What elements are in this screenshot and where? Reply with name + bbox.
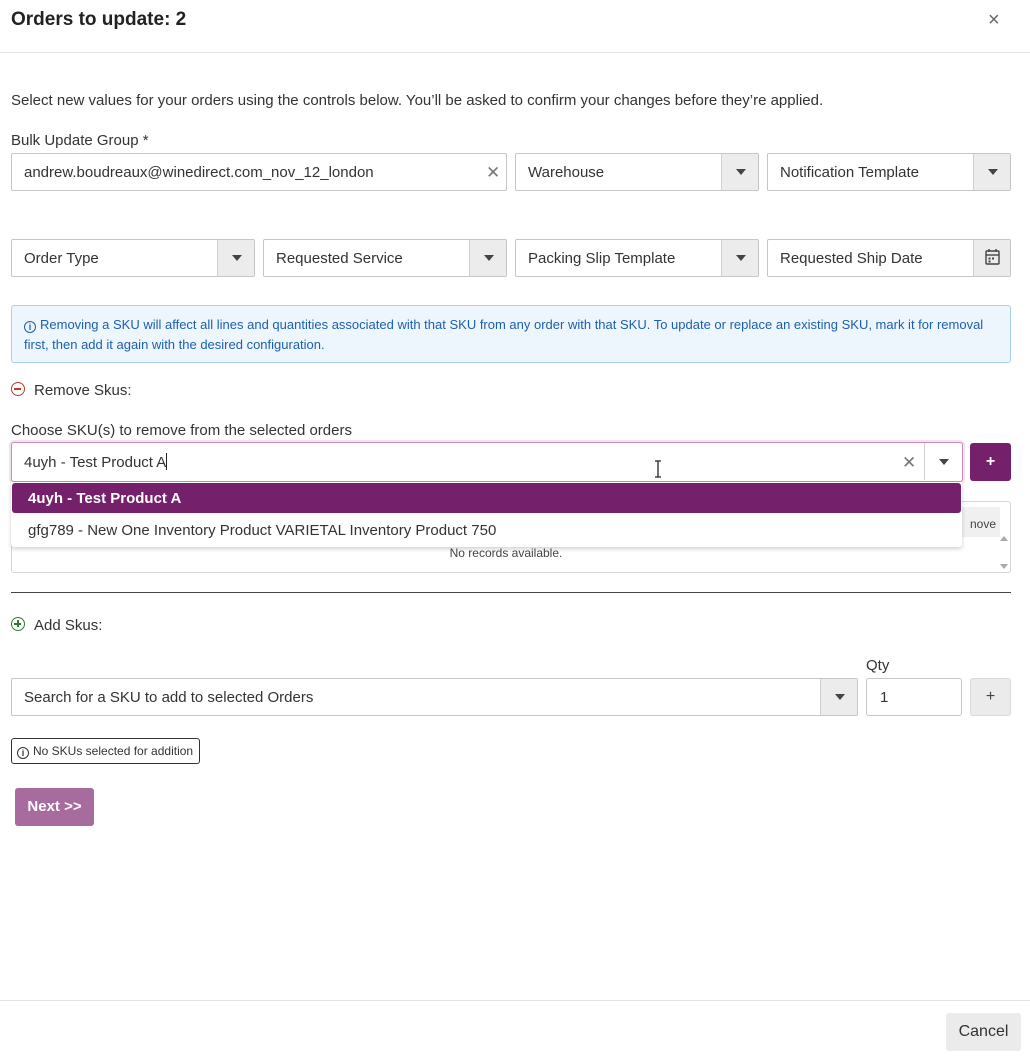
packing-slip-template-select[interactable]: Packing Slip Template: [515, 239, 759, 277]
qty-label: Qty: [866, 657, 890, 674]
info-icon: i: [24, 321, 36, 333]
section-divider: [11, 592, 1011, 593]
add-circle-icon: [11, 617, 25, 631]
notification-template-value: Notification Template: [780, 164, 919, 181]
bulk-update-group-value: andrew.boudreaux@winedirect.com_nov_12_l…: [24, 164, 374, 181]
intro-text: Select new values for your orders using …: [11, 92, 824, 109]
choose-sku-label: Choose SKU(s) to remove from the selecte…: [11, 422, 352, 439]
add-sku-button[interactable]: +: [970, 678, 1011, 716]
chevron-down-icon[interactable]: [217, 240, 254, 276]
scroll-up-icon[interactable]: [1000, 536, 1008, 541]
scroll-down-icon[interactable]: [1000, 564, 1008, 569]
requested-service-select[interactable]: Requested Service: [263, 239, 507, 277]
order-type-value: Order Type: [24, 250, 99, 267]
modal-header: Orders to update: 2 ×: [0, 0, 1030, 53]
grid-header-remove-column: nove: [969, 517, 996, 531]
warehouse-select-value: Warehouse: [528, 164, 605, 181]
chevron-down-icon[interactable]: [721, 240, 758, 276]
add-remove-sku-button[interactable]: +: [970, 443, 1011, 481]
remove-sku-search-input[interactable]: 4uyh - Test Product A: [24, 453, 168, 471]
no-records-message: No records available.: [449, 546, 563, 560]
qty-input[interactable]: 1: [866, 678, 962, 716]
warehouse-select[interactable]: Warehouse: [515, 153, 759, 191]
info-icon: i: [17, 747, 29, 759]
calendar-icon[interactable]: [973, 240, 1010, 276]
add-skus-heading: Add Skus:: [34, 617, 103, 634]
info-notice-text: Removing a SKU will affect all lines and…: [24, 317, 984, 352]
chevron-down-icon[interactable]: [820, 679, 857, 715]
cancel-button[interactable]: Cancel: [946, 1013, 1021, 1051]
chevron-down-icon[interactable]: [469, 240, 506, 276]
remove-sku-combobox[interactable]: 4uyh - Test Product A ✕: [11, 442, 963, 482]
remove-circle-icon: [11, 382, 25, 396]
no-skus-selected-badge: i No SKUs selected for addition: [11, 738, 201, 764]
close-icon[interactable]: ×: [988, 10, 1000, 30]
requested-ship-date-picker[interactable]: Requested Ship Date: [767, 239, 1011, 277]
packing-slip-template-value: Packing Slip Template: [528, 250, 676, 267]
no-skus-selected-text: No SKUs selected for addition: [33, 744, 194, 758]
qty-value: 1: [880, 689, 889, 706]
bulk-update-group-field[interactable]: andrew.boudreaux@winedirect.com_nov_12_l…: [11, 153, 507, 191]
remove-skus-heading: Remove Skus:: [34, 382, 132, 399]
modal-title: Orders to update: 2: [11, 9, 187, 30]
order-type-select[interactable]: Order Type: [11, 239, 255, 277]
dropdown-option[interactable]: 4uyh - Test Product A: [12, 483, 961, 513]
chevron-down-icon[interactable]: [721, 154, 758, 190]
requested-service-value: Requested Service: [276, 250, 403, 267]
requested-ship-date-value: Requested Ship Date: [780, 250, 923, 267]
dropdown-option[interactable]: gfg789 - New One Inventory Product VARIE…: [12, 515, 961, 545]
modal-footer: [0, 1000, 1030, 1059]
add-sku-search-select[interactable]: Search for a SKU to add to selected Orde…: [11, 678, 858, 716]
sku-dropdown-list: 4uyh - Test Product A gfg789 - New One I…: [11, 482, 962, 547]
notification-template-select[interactable]: Notification Template: [767, 153, 1011, 191]
clear-icon[interactable]: ✕: [486, 164, 500, 181]
sku-removal-info-notice: i Removing a SKU will affect all lines an…: [11, 305, 1011, 363]
bulk-update-group-label: Bulk Update Group *: [11, 132, 149, 149]
chevron-down-icon[interactable]: [924, 443, 962, 480]
next-button[interactable]: Next >>: [15, 788, 94, 826]
add-sku-search-placeholder: Search for a SKU to add to selected Orde…: [24, 689, 314, 706]
clear-icon[interactable]: ✕: [902, 454, 916, 471]
chevron-down-icon[interactable]: [973, 154, 1010, 190]
text-cursor-icon: [655, 460, 661, 478]
